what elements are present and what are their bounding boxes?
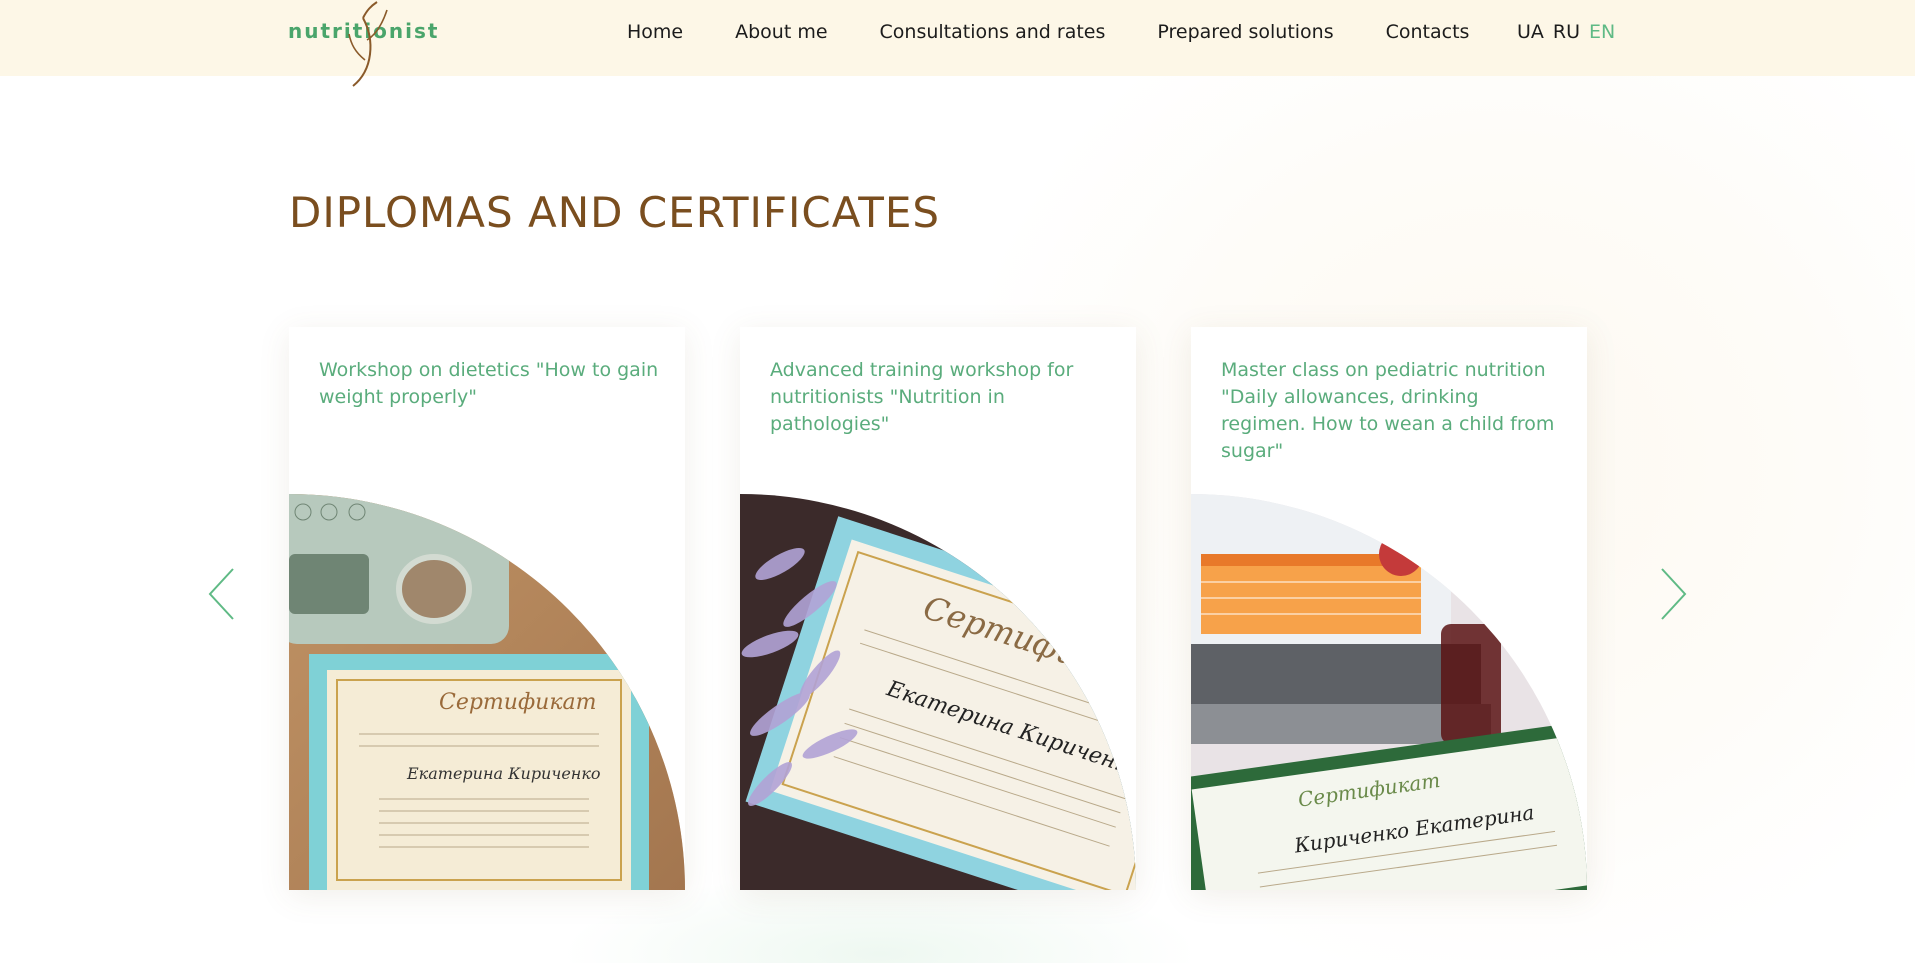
svg-text:Сертификат: Сертификат [439, 690, 596, 715]
certificate-photo: Сертификат Кириченко Екатерина [1191, 494, 1587, 890]
nav-item-consultations[interactable]: Consultations and rates [880, 19, 1106, 45]
carousel-next-button[interactable] [1656, 566, 1690, 622]
lang-en[interactable]: EN [1589, 19, 1615, 45]
lang-ru[interactable]: RU [1553, 19, 1580, 45]
main-nav: Home About me Consultations and rates Pr… [627, 19, 1521, 45]
logo-wheat-icon [348, 1, 388, 87]
lang-ua[interactable]: UA [1517, 19, 1544, 45]
carousel-prev-button[interactable] [205, 566, 239, 622]
language-switcher: UA RU EN [1517, 19, 1624, 45]
certificate-card[interactable]: Workshop on dietetics "How to gain weigh… [289, 327, 685, 890]
nav-item-about-me[interactable]: About me [735, 19, 827, 45]
svg-text:Екатерина Кириченко: Екатерина Кириченко [406, 764, 601, 783]
nav-item-contacts[interactable]: Contacts [1386, 19, 1470, 45]
certificate-photo: Сертификат Екатерина Кириченко [740, 494, 1136, 890]
logo[interactable]: nutritionist [288, 1, 437, 87]
certificate-title: Master class on pediatric nutrition "Dai… [1221, 359, 1555, 462]
certificate-title: Advanced training workshop for nutrition… [770, 359, 1074, 435]
certificate-title: Workshop on dietetics "How to gain weigh… [319, 359, 659, 408]
nav-item-home[interactable]: Home [627, 19, 683, 45]
chevron-right-icon [1661, 568, 1687, 620]
section-title: DIPLOMAS AND CERTIFICATES [289, 188, 941, 237]
site-header: nutritionist Home About me Consultations… [0, 0, 1915, 87]
chevron-left-icon [208, 568, 234, 620]
certificate-photo: Сертификат Екатерина Кириченко [289, 494, 685, 890]
nav-item-prepared-solutions[interactable]: Prepared solutions [1157, 19, 1333, 45]
certificate-card[interactable]: Master class on pediatric nutrition "Dai… [1191, 327, 1587, 890]
certificate-card[interactable]: Advanced training workshop for nutrition… [740, 327, 1136, 890]
